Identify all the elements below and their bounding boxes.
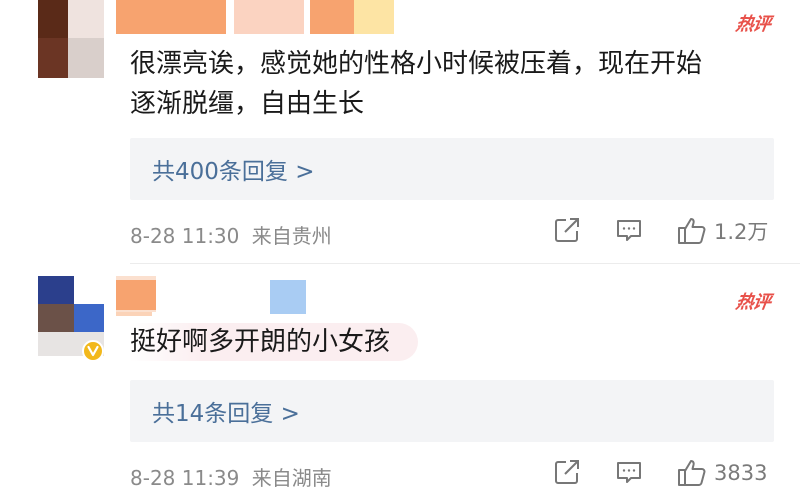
view-replies-link[interactable]: 共400条回复 >	[130, 138, 774, 200]
like-button[interactable]: 3833	[676, 457, 767, 489]
comment-location: 来自贵州	[251, 224, 332, 248]
comment-button[interactable]	[614, 215, 644, 245]
comment-item: 热评 挺好啊多开朗的小女孩 共14条回复 > 8-28 11:39 来自湖南 3…	[0, 266, 800, 504]
comment-icon	[614, 215, 644, 245]
comment-location: 来自湖南	[251, 466, 332, 490]
comment-text: 很漂亮诶，感觉她的性格小时候被压着，现在开始 逐渐脱缰，自由生长	[130, 49, 703, 119]
comment-icon	[614, 457, 644, 487]
thumbs-up-icon	[676, 457, 708, 489]
avatar[interactable]	[38, 0, 104, 78]
comment-meta: 8-28 11:39 来自湖南	[130, 462, 332, 491]
comment-meta: 8-28 11:30 来自贵州	[130, 220, 332, 249]
verified-badge-icon	[82, 340, 104, 362]
comment-divider	[130, 263, 800, 264]
comment-button[interactable]	[614, 457, 644, 487]
like-count: 1.2万	[714, 220, 769, 244]
comment-text: 挺好啊多开朗的小女孩	[130, 322, 760, 362]
share-icon	[552, 215, 582, 245]
comment-item: 热评 很漂亮诶，感觉她的性格小时候被压着，现在开始 逐渐脱缰，自由生长 共400…	[0, 0, 800, 262]
share-button[interactable]	[552, 457, 582, 487]
hot-comment-badge: 热评	[734, 292, 772, 313]
like-count: 3833	[714, 461, 768, 485]
comment-time: 8-28 11:39	[130, 466, 240, 490]
hot-comment-badge: 热评	[734, 14, 772, 35]
view-replies-link[interactable]: 共14条回复 >	[130, 380, 774, 442]
thumbs-up-icon	[676, 215, 708, 247]
comment-time: 8-28 11:30	[130, 224, 240, 248]
username-blurred-block	[116, 280, 156, 310]
like-button[interactable]: 1.2万	[676, 215, 768, 247]
share-icon	[552, 457, 582, 487]
share-button[interactable]	[552, 215, 582, 245]
